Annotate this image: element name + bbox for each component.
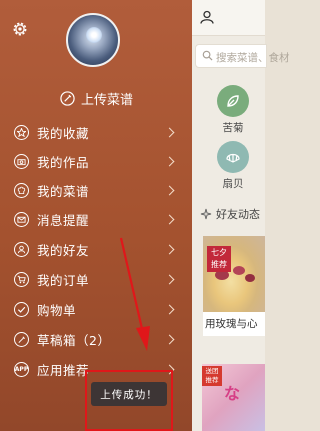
app-icon: APP xyxy=(14,361,29,377)
settings-gear-icon[interactable] xyxy=(11,20,29,38)
avatar[interactable] xyxy=(66,13,120,67)
menu-item-label: 我的菜谱 xyxy=(37,183,90,199)
chevron-right-icon xyxy=(164,185,175,195)
menu-item-label: 应用推荐 xyxy=(37,362,90,378)
search-placeholder: 搜索菜谱、食材 xyxy=(216,52,290,64)
top-bar xyxy=(192,0,265,36)
chevron-right-icon xyxy=(164,127,175,137)
draft-icon xyxy=(14,331,29,347)
menu-item-label: 我的作品 xyxy=(37,154,90,170)
card-decoration: な xyxy=(224,384,241,403)
menu-item-shopping-list[interactable]: 购物单 xyxy=(0,295,192,323)
menu-item-notifications[interactable]: 消息提醒 xyxy=(0,205,192,233)
pencil-circle-icon xyxy=(60,90,75,106)
upload-recipe-label: 上传菜谱 xyxy=(81,92,134,108)
feed-card-title: 用玫瑰与心 xyxy=(205,318,258,330)
chevron-right-icon xyxy=(164,304,175,314)
user-icon[interactable] xyxy=(200,10,214,24)
check-icon xyxy=(14,301,29,317)
chevron-right-icon xyxy=(164,244,175,254)
friends-feed-title: 好友动态 xyxy=(216,208,260,221)
menu-item-my-recipes[interactable]: 我的菜谱 xyxy=(0,176,192,204)
category-kuju[interactable]: 苦菊 xyxy=(216,85,250,135)
camera-icon xyxy=(14,153,29,169)
category-label: 苦菊 xyxy=(222,122,244,134)
navigation-drawer: 上传菜谱 我的收藏 我的作品 我的菜谱 消息提醒 我的好友 我的订单 购物单 草… xyxy=(0,0,192,431)
upload-success-toast: 上传成功！ xyxy=(91,382,167,406)
leaf-icon xyxy=(217,85,249,117)
search-icon xyxy=(202,50,213,61)
sparkle-icon xyxy=(200,208,212,220)
menu-item-my-works[interactable]: 我的作品 xyxy=(0,147,192,175)
chevron-right-icon xyxy=(164,156,175,166)
menu-item-label: 购物单 xyxy=(37,302,77,318)
chef-hat-icon xyxy=(14,182,29,198)
menu-item-label: 我的收藏 xyxy=(37,125,90,141)
shell-icon xyxy=(217,141,249,173)
feed-card[interactable]: 送团 推荐 な xyxy=(202,364,265,431)
menu-item-drafts[interactable]: 草稿箱（2） xyxy=(0,325,192,353)
menu-item-label: 消息提醒 xyxy=(37,212,90,228)
qixi-badge: 七夕 推荐 xyxy=(207,246,231,272)
menu-item-label: 我的好友 xyxy=(37,242,90,258)
menu-item-label: 草稿箱（2） xyxy=(37,332,111,348)
envelope-icon xyxy=(14,211,29,227)
chevron-right-icon xyxy=(164,214,175,224)
cart-icon xyxy=(14,271,29,287)
search-input[interactable]: 搜索菜谱、食材 xyxy=(195,44,290,68)
person-icon xyxy=(14,241,29,257)
category-scallop[interactable]: 扇贝 xyxy=(216,141,250,191)
star-icon xyxy=(14,124,29,140)
promo-badge: 送团 推荐 xyxy=(202,366,222,386)
menu-item-friends[interactable]: 我的好友 xyxy=(0,235,192,263)
menu-item-label: 我的订单 xyxy=(37,272,90,288)
chevron-right-icon xyxy=(164,274,175,284)
menu-item-orders[interactable]: 我的订单 xyxy=(0,265,192,293)
cake-photo: 七夕 推荐 xyxy=(203,236,265,312)
app-icon-text: APP xyxy=(14,365,29,373)
friends-feed-header: 好友动态 xyxy=(200,206,260,222)
upload-recipe-button[interactable]: 上传菜谱 xyxy=(60,89,134,108)
chevron-right-icon xyxy=(164,334,175,344)
feed-card[interactable]: 七夕 推荐 用玫瑰与心 xyxy=(203,236,265,336)
menu-item-favorites[interactable]: 我的收藏 xyxy=(0,118,192,146)
home-panel: 搜索菜谱、食材 苦菊 扇贝 好友动态 七夕 推荐 用玫瑰与心 送团 推荐 な xyxy=(192,0,290,431)
category-label: 扇贝 xyxy=(222,178,244,190)
